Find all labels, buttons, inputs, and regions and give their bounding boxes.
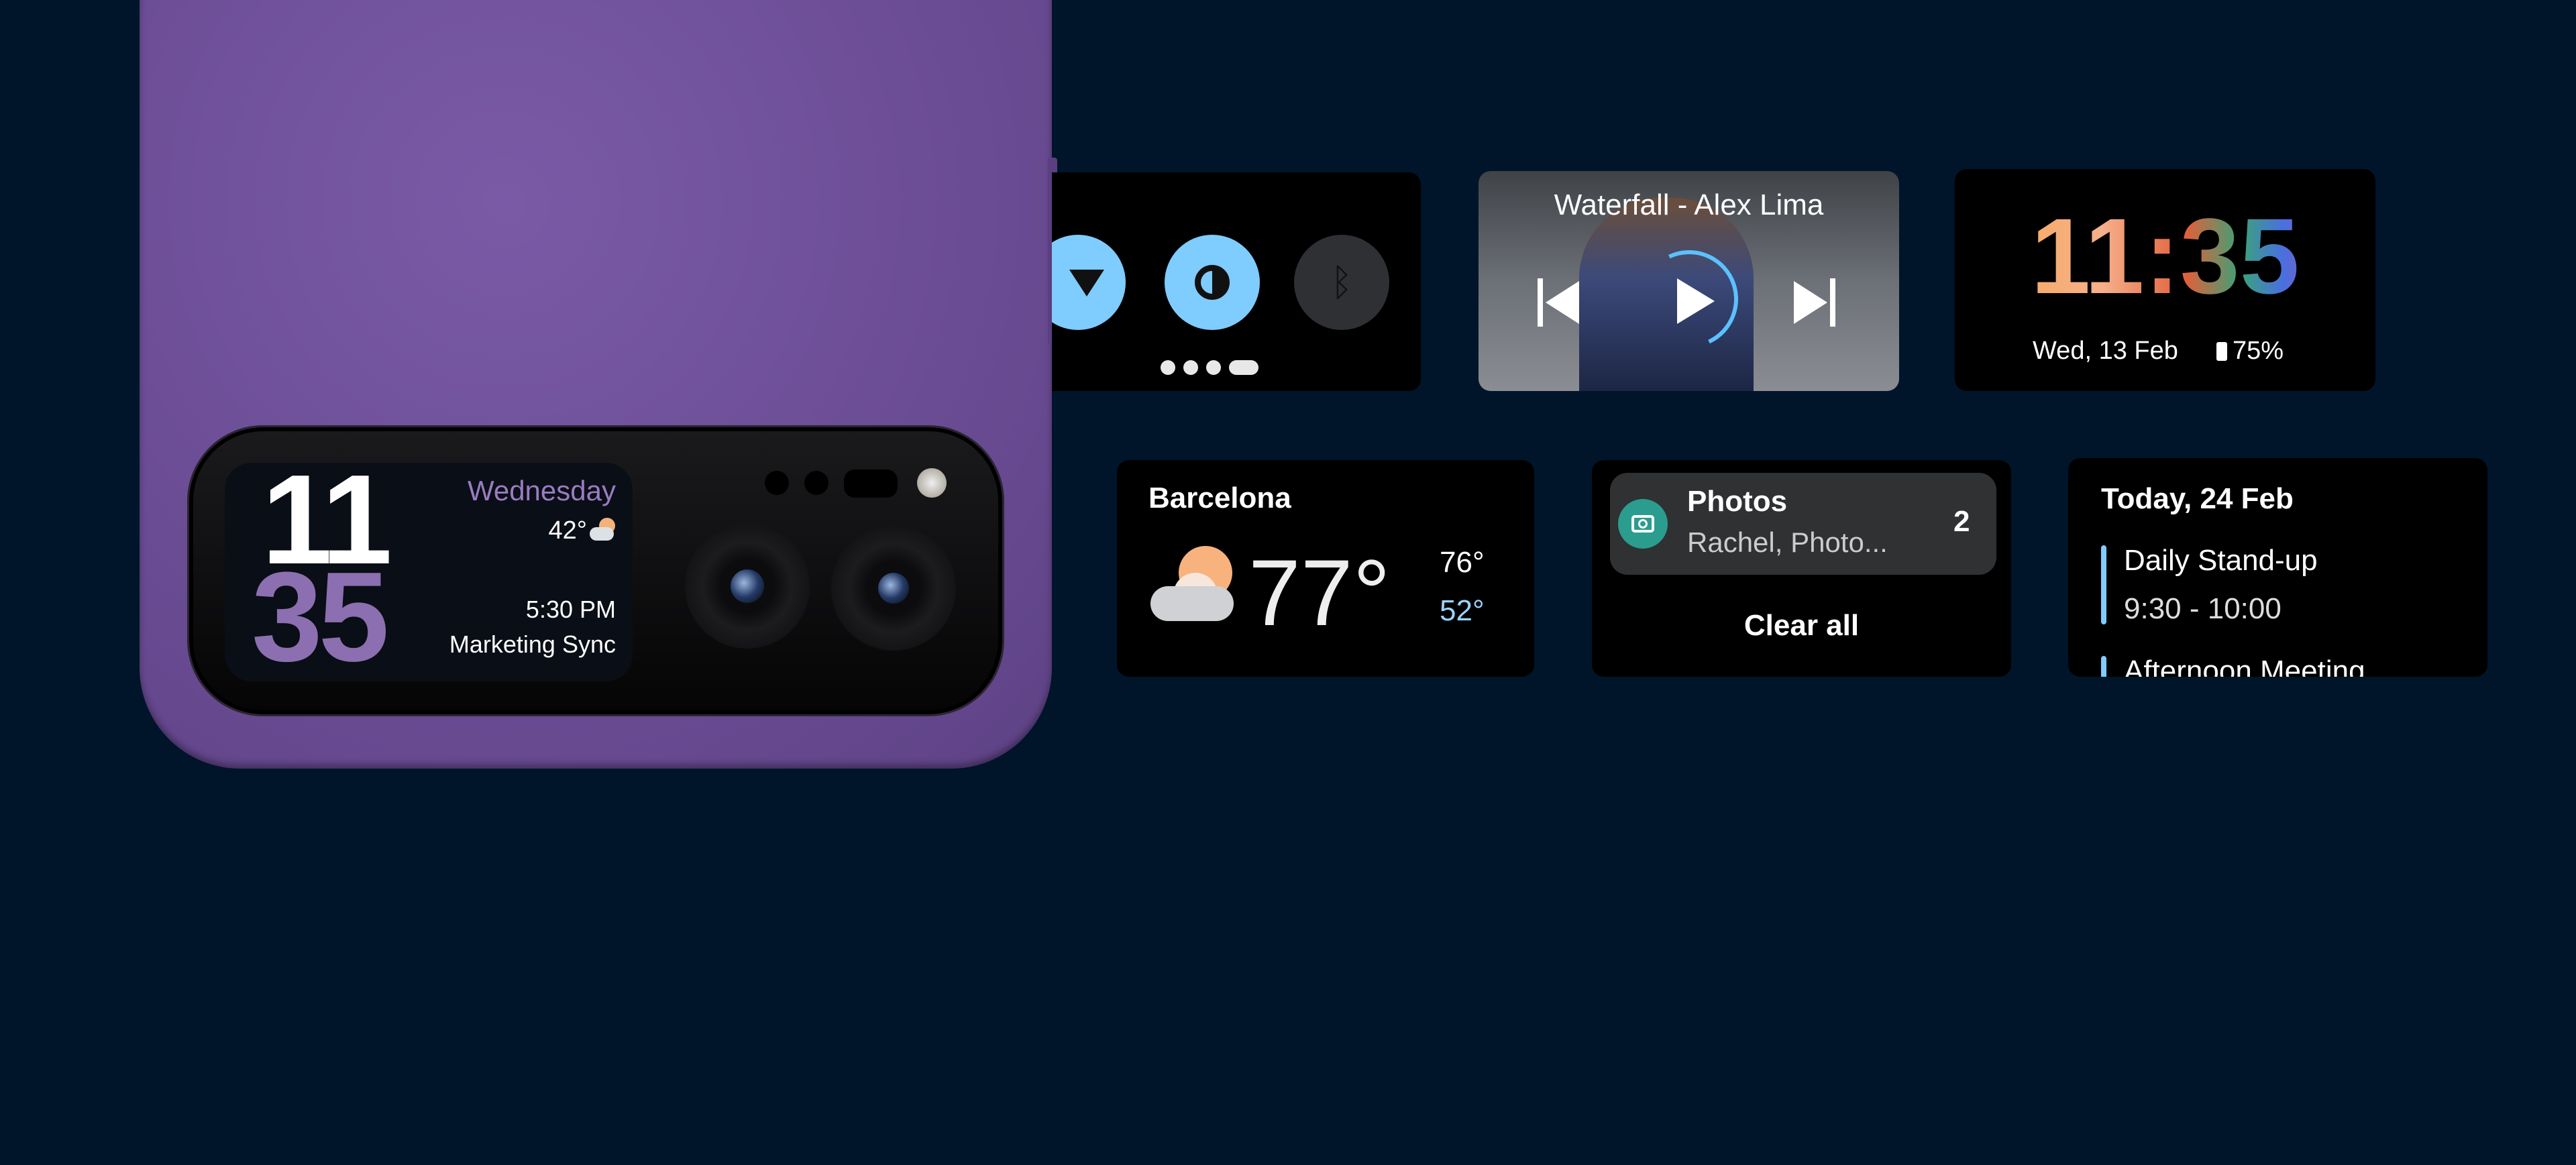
flash-icon bbox=[917, 468, 947, 498]
camera-icon bbox=[1618, 499, 1668, 549]
calendar-date: Today, 24 Feb bbox=[2101, 482, 2294, 515]
wifi-icon bbox=[1069, 270, 1104, 296]
weather-current-temp: 77° bbox=[1248, 540, 1391, 645]
battery-icon bbox=[2216, 342, 2227, 361]
camera-lens bbox=[831, 526, 956, 651]
battery-level: 75% bbox=[2233, 337, 2284, 365]
notification-item[interactable]: Photos Rachel, Photo... 2 bbox=[1610, 473, 1996, 575]
calendar-widget: Today, 24 Feb Daily Stand-up 9:30 - 10:0… bbox=[2068, 458, 2487, 677]
media-widget: Waterfall - Alex Lima bbox=[1479, 171, 1899, 391]
quick-settings-widget: ᛒ bbox=[1052, 172, 1421, 391]
clock-time: 11:35 bbox=[1955, 203, 2375, 310]
partly-cloudy-icon bbox=[590, 518, 616, 545]
play-icon[interactable] bbox=[1677, 278, 1715, 324]
notifications-widget: Photos Rachel, Photo... 2 Clear all bbox=[1592, 460, 2011, 677]
bluetooth-toggle[interactable]: ᛒ bbox=[1294, 235, 1389, 330]
sensor-dot bbox=[765, 471, 789, 495]
event-color-bar bbox=[2101, 545, 2106, 624]
page-indicator bbox=[1161, 360, 1258, 375]
event-title[interactable]: Daily Stand-up bbox=[2124, 544, 2318, 577]
brightness-toggle[interactable] bbox=[1165, 235, 1260, 330]
clock-widget: 11:35 Wed, 13 Feb 75% bbox=[1955, 169, 2375, 391]
cover-temp: 42° bbox=[548, 516, 587, 545]
event-time: 9:30 - 10:00 bbox=[2124, 592, 2282, 625]
cover-event-time: 5:30 PM bbox=[525, 596, 616, 623]
weather-high: 76° bbox=[1440, 546, 1485, 579]
notification-app: Photos bbox=[1687, 485, 1788, 518]
notification-preview: Rachel, Photo... bbox=[1687, 526, 1888, 558]
sensor-dot bbox=[804, 471, 828, 495]
sensor-pill bbox=[844, 469, 898, 498]
brightness-icon bbox=[1195, 265, 1230, 300]
cover-event-title: Marketing Sync bbox=[449, 630, 616, 658]
weather-low: 52° bbox=[1440, 594, 1485, 627]
previous-icon[interactable] bbox=[1538, 278, 1586, 327]
partly-cloudy-icon bbox=[1150, 546, 1238, 626]
clear-all-button[interactable]: Clear all bbox=[1592, 609, 2011, 643]
weather-city: Barcelona bbox=[1148, 482, 1291, 514]
media-title: Waterfall - Alex Lima bbox=[1554, 188, 1824, 221]
cover-minute: 35 bbox=[252, 546, 389, 688]
cover-day: Wednesday bbox=[467, 475, 616, 506]
event-title[interactable]: Afternoon Meeting bbox=[2124, 655, 2365, 677]
weather-widget[interactable]: Barcelona 77° 76° 52° bbox=[1117, 460, 1534, 677]
clock-date: Wed, 13 Feb bbox=[2033, 337, 2178, 365]
wifi-toggle[interactable] bbox=[1052, 235, 1126, 330]
event-color-bar bbox=[2101, 656, 2106, 677]
camera-lens bbox=[685, 524, 810, 649]
cover-screen: 11 35 Wednesday 42° 5:30 PM Marketing Sy… bbox=[225, 456, 633, 688]
bluetooth-icon: ᛒ bbox=[1330, 261, 1353, 303]
notification-count: 2 bbox=[1953, 505, 1970, 538]
next-icon[interactable] bbox=[1792, 278, 1841, 327]
